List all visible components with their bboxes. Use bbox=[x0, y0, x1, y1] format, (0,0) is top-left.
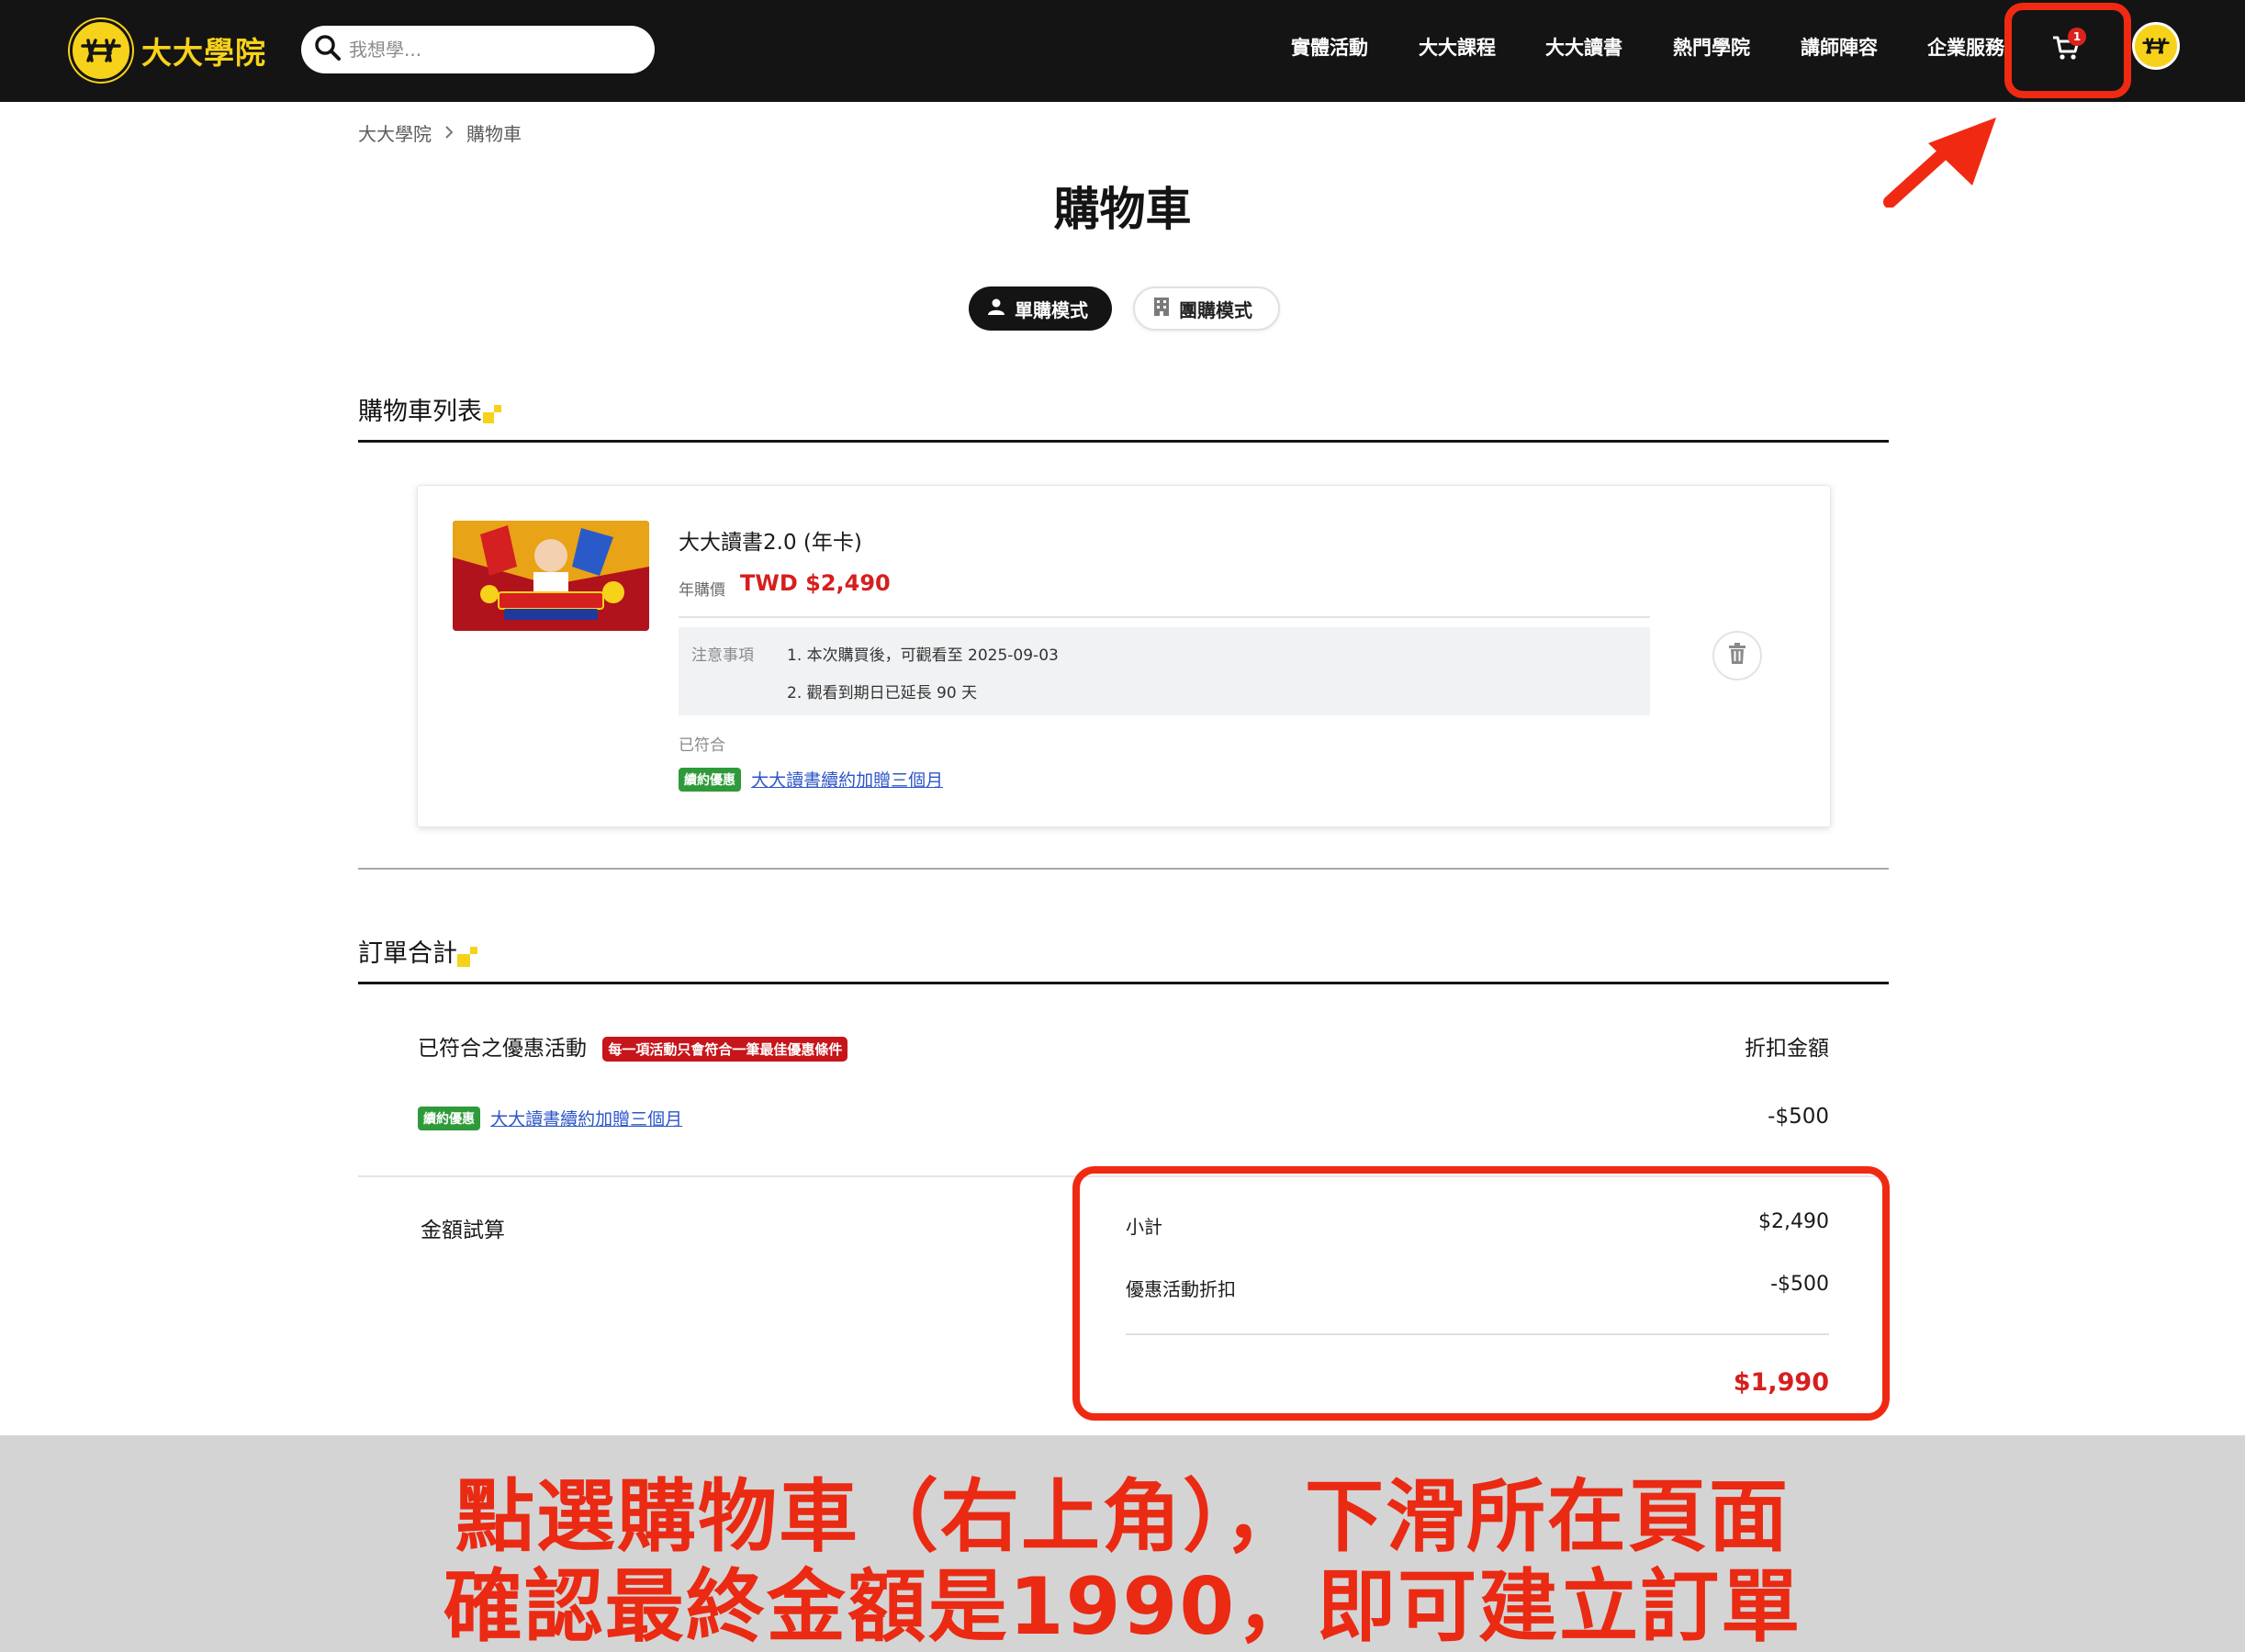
order-summary-divider bbox=[358, 982, 1889, 984]
nav-item-enterprise[interactable]: 企業服務 bbox=[1927, 33, 2004, 61]
heading-accent-small bbox=[494, 405, 501, 412]
logo-icon bbox=[70, 19, 132, 82]
heading-accent-small bbox=[470, 947, 477, 954]
group-mode-label: 團購模式 bbox=[1179, 298, 1252, 321]
promo-link[interactable]: 大大讀書續約加贈三個月 bbox=[751, 770, 943, 791]
nav-item-reading[interactable]: 大大讀書 bbox=[1545, 33, 1622, 61]
product-thumbnail[interactable] bbox=[453, 521, 649, 631]
heading-accent bbox=[483, 412, 494, 423]
item-price: TWD $2,490 bbox=[740, 570, 891, 596]
search-input[interactable] bbox=[349, 39, 624, 61]
promo-warning-badge: 每一項活動只會符合一筆最佳優惠條件 bbox=[602, 1037, 848, 1062]
item-promo: 續約優惠 大大讀書續約加贈三個月 bbox=[679, 767, 943, 792]
breadcrumb-home[interactable]: 大大學院 bbox=[358, 119, 432, 146]
note-line-1: 1. 本次購買後，可觀看至 2025-09-03 bbox=[787, 646, 1059, 665]
summary-promo-amount: -$500 bbox=[1768, 1105, 1829, 1129]
group-purchase-mode-button[interactable]: 團購模式 bbox=[1133, 287, 1280, 331]
note-line-2: 2. 觀看到期日已延長 90 天 bbox=[787, 684, 978, 702]
cart-list-heading: 購物車列表 bbox=[358, 391, 501, 427]
summary-promo: 續約優惠 大大讀書續約加贈三個月 bbox=[418, 1106, 682, 1130]
cart-end-divider bbox=[358, 868, 1889, 870]
search-icon[interactable] bbox=[314, 34, 342, 65]
notes-label: 注意事項 bbox=[691, 646, 754, 665]
calculation-label: 金額試算 bbox=[421, 1219, 505, 1242]
nav-item-events[interactable]: 實體活動 bbox=[1291, 33, 1368, 61]
breadcrumb-current: 購物車 bbox=[466, 123, 522, 145]
applied-promos-heading: 已符合之優惠活動 每一項活動只會符合一筆最佳優惠條件 bbox=[418, 1030, 848, 1062]
instruction-banner: 點選購物車（右上角），下滑所在頁面 確認最終金額是1990，即可建立訂單 bbox=[0, 1435, 2245, 1652]
delete-item-button[interactable] bbox=[1712, 631, 1762, 680]
single-mode-label: 單購模式 bbox=[1015, 298, 1088, 321]
chevron-right-icon bbox=[444, 122, 454, 144]
notes-box: 注意事項 1. 本次購買後，可觀看至 2025-09-03 2. 觀看到期日已延… bbox=[679, 627, 1650, 715]
trash-icon bbox=[1727, 643, 1747, 669]
user-avatar[interactable] bbox=[2132, 22, 2180, 70]
logo-text: 大大學院 bbox=[141, 35, 266, 71]
item-name[interactable]: 大大讀書2.0 (年卡) bbox=[679, 524, 862, 556]
matched-label: 已符合 bbox=[679, 736, 725, 755]
page-title: 購物車 bbox=[1053, 183, 1192, 236]
cart-highlight-annotation bbox=[2004, 3, 2131, 98]
price-label: 年購價 bbox=[679, 581, 725, 600]
nav-item-courses[interactable]: 大大課程 bbox=[1419, 33, 1496, 61]
summary-promo-link[interactable]: 大大讀書續約加贈三個月 bbox=[490, 1109, 682, 1129]
single-purchase-mode-button[interactable]: 單購模式 bbox=[969, 287, 1112, 331]
building-icon bbox=[1153, 297, 1170, 321]
total-highlight-annotation bbox=[1072, 1166, 1890, 1421]
applied-promos-label: 已符合之優惠活動 bbox=[418, 1037, 587, 1061]
person-icon bbox=[987, 298, 1005, 320]
breadcrumb: 大大學院 購物車 bbox=[358, 119, 522, 146]
nav-item-academies[interactable]: 熱門學院 bbox=[1673, 33, 1750, 61]
search-bar bbox=[301, 26, 655, 73]
cart-item-card: 大大讀書2.0 (年卡) 年購價 TWD $2,490 注意事項 1. 本次購買… bbox=[417, 485, 1831, 827]
renewal-promo-tag: 續約優惠 bbox=[418, 1106, 480, 1130]
discount-amount-heading: 折扣金額 bbox=[1745, 1037, 1829, 1061]
top-nav: 大大學院 實體活動 大大課程 大大讀書 熱門學院 講師陣容 企業服務 1 bbox=[0, 0, 2245, 102]
instruction-line-2: 確認最終金額是1990，即可建立訂單 bbox=[443, 1561, 1802, 1652]
order-summary-title: 訂單合計 bbox=[358, 939, 457, 968]
heading-accent bbox=[457, 954, 470, 967]
order-summary-heading: 訂單合計 bbox=[358, 933, 477, 969]
cart-list-title: 購物車列表 bbox=[358, 398, 482, 426]
item-divider bbox=[679, 616, 1650, 618]
renewal-promo-tag: 續約優惠 bbox=[679, 767, 741, 792]
site-logo[interactable]: 大大學院 bbox=[70, 18, 266, 83]
cart-list-divider bbox=[358, 440, 1889, 443]
nav-item-lecturers[interactable]: 講師陣容 bbox=[1801, 33, 1878, 61]
